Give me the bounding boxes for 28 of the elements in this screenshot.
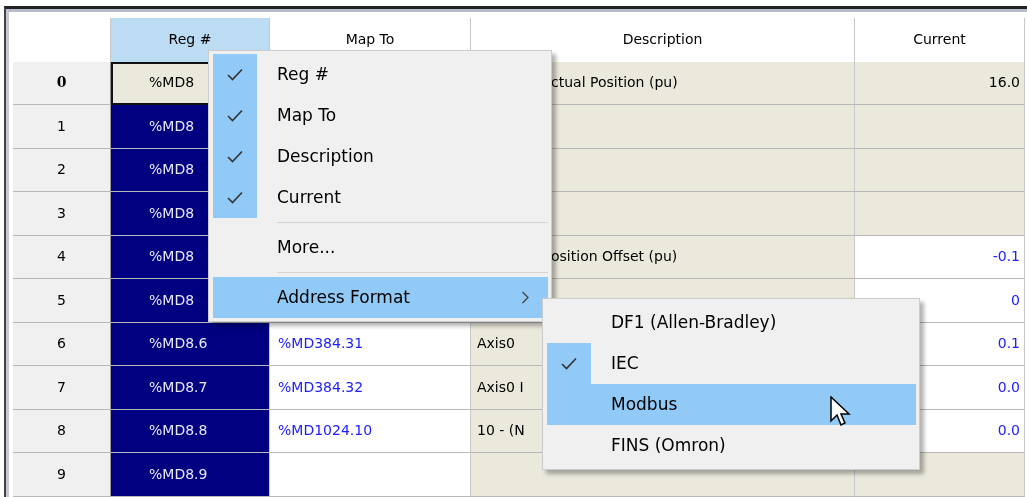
row-number: 1 xyxy=(57,116,66,136)
cursor-icon xyxy=(830,396,852,428)
chevron-icon xyxy=(521,291,530,304)
row-number: 2 xyxy=(57,160,66,180)
row-number: 4 xyxy=(57,247,66,267)
check-icon xyxy=(227,191,243,204)
check-icon xyxy=(561,357,577,370)
check-icon xyxy=(227,109,243,122)
row-number: 3 xyxy=(57,203,66,223)
table-cell: %MD8.6 xyxy=(111,322,270,366)
table-cell: %MD8.7 xyxy=(111,366,270,410)
row-number: 0 xyxy=(56,73,67,93)
table-cell: -0.1 xyxy=(855,235,1025,279)
check-icon xyxy=(227,150,243,163)
row-number: 7 xyxy=(57,377,66,397)
table-cell: %MD8.8 xyxy=(111,409,270,453)
table-cell: %MD8.9 xyxy=(111,453,270,497)
row-number: 9 xyxy=(57,464,66,484)
row-number: 8 xyxy=(57,421,66,441)
row-number: 6 xyxy=(57,334,66,354)
menu-item[interactable]: Modbus xyxy=(547,384,916,425)
row-number: 5 xyxy=(57,290,66,310)
check-icon xyxy=(227,68,243,81)
table-cell: %MD384.32 xyxy=(270,366,471,410)
menu-item[interactable]: Address Format xyxy=(213,277,548,318)
table-cell: 16.0 xyxy=(855,61,1025,105)
table-cell: %MD1024.10 xyxy=(270,409,471,453)
table-cell: %MD384.31 xyxy=(270,322,471,366)
